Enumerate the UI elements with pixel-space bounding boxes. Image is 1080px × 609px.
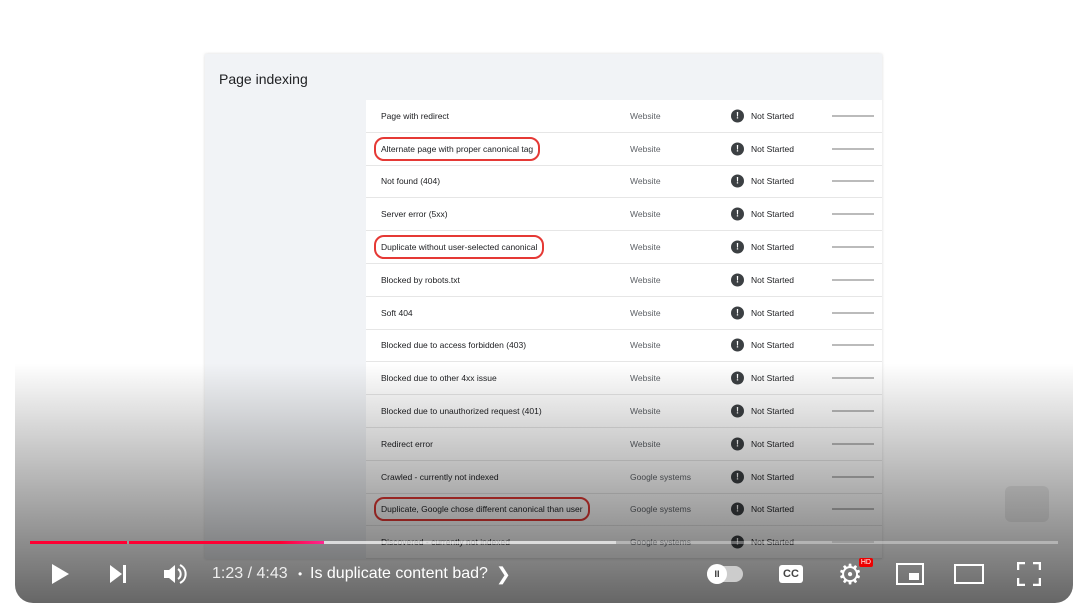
issue-source: Website xyxy=(630,143,661,154)
issue-name: Blocked due to access forbidden (403) xyxy=(381,340,527,351)
issue-source: Website xyxy=(630,274,661,285)
table-row[interactable]: Page with redirect Website ! Not Started xyxy=(366,100,882,133)
progress-bar[interactable] xyxy=(30,541,1058,544)
autoplay-toggle[interactable]: II xyxy=(705,556,745,592)
alert-icon: ! xyxy=(731,174,744,188)
validation-status: Not Started xyxy=(751,209,794,220)
alert-icon: ! xyxy=(731,142,744,156)
table-row[interactable]: Server error (5xx) Website ! Not Started xyxy=(366,198,882,232)
chapter-divider xyxy=(127,541,129,544)
captions-button[interactable]: CC xyxy=(777,556,805,592)
validation-status: Not Started xyxy=(751,110,794,121)
chevron-right-icon: ❯ xyxy=(495,563,511,584)
issue-name: Blocked by robots.txt xyxy=(381,274,460,285)
issue-source: Website xyxy=(630,209,661,220)
validation-status: Not Started xyxy=(751,340,794,351)
alert-icon: ! xyxy=(731,338,744,352)
trend-sparkline xyxy=(832,115,874,117)
video-title-text: Is duplicate content bad? xyxy=(310,565,488,582)
issue-name: Alternate page with proper canonical tag xyxy=(373,136,541,161)
alert-icon: ! xyxy=(731,273,744,287)
theater-mode-button[interactable] xyxy=(953,556,985,592)
trend-sparkline xyxy=(832,213,874,215)
play-icon xyxy=(52,564,69,584)
issue-source: Website xyxy=(630,340,661,351)
validation-status: Not Started xyxy=(751,242,794,253)
table-row[interactable]: Alternate page with proper canonical tag… xyxy=(366,133,882,166)
trend-sparkline xyxy=(832,279,874,281)
trend-sparkline xyxy=(832,148,874,150)
settings-button[interactable]: ⚙ HD xyxy=(835,556,873,592)
separator: • xyxy=(298,567,303,581)
miniplayer-icon xyxy=(896,563,924,585)
issue-source: Website xyxy=(630,110,661,121)
next-button[interactable] xyxy=(103,556,133,592)
trend-sparkline xyxy=(832,312,874,314)
page-title: Page indexing xyxy=(219,71,308,87)
cc-icon: CC xyxy=(779,565,803,583)
table-row[interactable]: Blocked by robots.txt Website ! Not Star… xyxy=(366,264,882,297)
issue-source: Website xyxy=(630,242,661,253)
alert-icon: ! xyxy=(731,240,744,254)
alert-icon: ! xyxy=(731,109,744,123)
validation-status: Not Started xyxy=(751,143,794,154)
issue-source: Website xyxy=(630,176,661,187)
table-row[interactable]: Not found (404) Website ! Not Started xyxy=(366,166,882,199)
volume-icon xyxy=(164,564,187,584)
fullscreen-button[interactable] xyxy=(1015,556,1043,592)
table-row[interactable]: Blocked due to access forbidden (403) We… xyxy=(366,330,882,363)
play-button[interactable] xyxy=(45,556,75,592)
miniplayer-button[interactable] xyxy=(895,556,925,592)
fullscreen-icon xyxy=(1017,562,1041,586)
trend-sparkline xyxy=(832,246,874,248)
issue-name: Duplicate without user-selected canonica… xyxy=(373,235,545,260)
player-controls: 1:23 / 4:43 • Is duplicate content bad? ❯… xyxy=(15,556,1073,592)
played-bar xyxy=(30,541,324,544)
table-row[interactable]: Duplicate without user-selected canonica… xyxy=(366,231,882,264)
trend-sparkline xyxy=(832,180,874,182)
time-display: 1:23 / 4:43 xyxy=(212,565,288,582)
issue-name: Soft 404 xyxy=(381,307,413,318)
next-icon xyxy=(110,565,126,583)
issue-source: Website xyxy=(630,307,661,318)
validation-status: Not Started xyxy=(751,307,794,318)
video-title[interactable]: Is duplicate content bad? ❯ xyxy=(310,556,511,592)
table-row[interactable]: Soft 404 Website ! Not Started xyxy=(366,297,882,330)
video-player[interactable]: Page indexing Page with redirect Website… xyxy=(15,0,1073,603)
theater-icon xyxy=(954,564,984,584)
volume-button[interactable] xyxy=(160,556,190,592)
validation-status: Not Started xyxy=(751,176,794,187)
issue-name: Server error (5xx) xyxy=(381,209,448,220)
alert-icon: ! xyxy=(731,207,744,221)
trend-sparkline xyxy=(832,344,874,346)
validation-status: Not Started xyxy=(751,274,794,285)
hd-badge: HD xyxy=(858,558,873,567)
issue-name: Not found (404) xyxy=(381,176,441,187)
alert-icon: ! xyxy=(731,306,744,320)
issue-name: Page with redirect xyxy=(381,110,450,121)
